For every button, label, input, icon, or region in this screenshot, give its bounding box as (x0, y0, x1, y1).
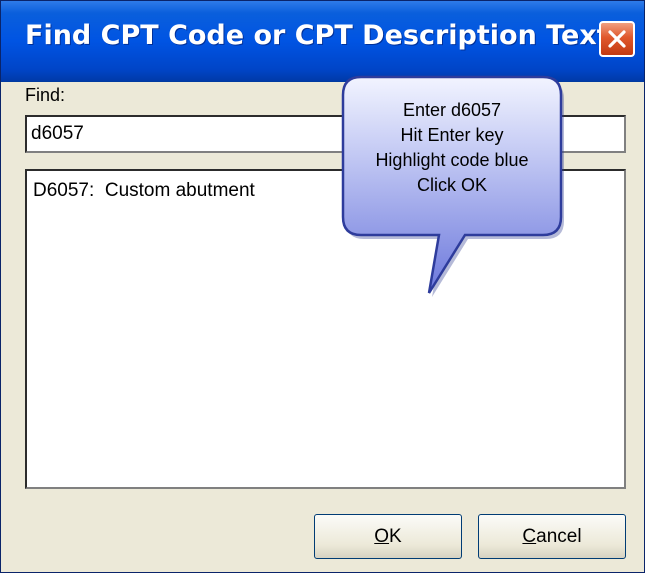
callout-line: Highlight code blue (375, 150, 529, 170)
callout-line: Hit Enter key (400, 125, 504, 145)
cancel-button[interactable]: Cancel (478, 514, 626, 559)
cancel-label-rest: ancel (536, 525, 582, 547)
close-icon (608, 30, 626, 48)
find-label: Find: (25, 85, 66, 105)
find-cpt-dialog: Find CPT Code or CPT Description Text Fi… (0, 0, 645, 573)
window-title: Find CPT Code or CPT Description Text (25, 20, 610, 51)
item-description: Custom abutment (104, 180, 255, 201)
item-code: D6057: (33, 180, 95, 201)
list-item[interactable]: D6057: Custom abutment (33, 180, 255, 202)
ok-button[interactable]: OK (314, 514, 462, 559)
ok-label-rest: K (389, 525, 402, 547)
callout-line: Click OK (416, 175, 487, 195)
callout-text: Enter d6057 Hit Enter key Highlight code… (341, 98, 563, 198)
cancel-mnemonic: C (522, 525, 537, 547)
title-bar[interactable]: Find CPT Code or CPT Description Text (1, 1, 644, 82)
close-button[interactable] (599, 21, 635, 57)
callout-line: Enter d6057 (402, 100, 502, 120)
ok-mnemonic: O (374, 525, 390, 547)
